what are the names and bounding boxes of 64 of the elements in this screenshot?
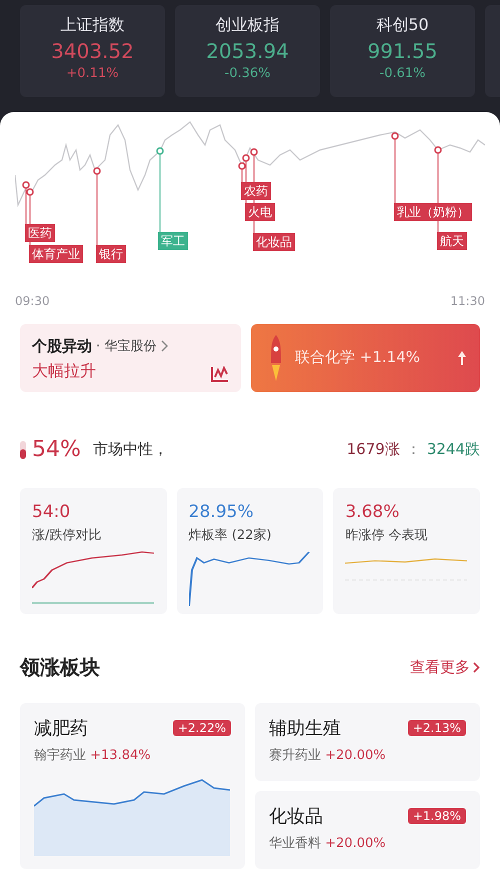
- chevron-right-icon: [473, 662, 480, 673]
- sector-change: +2.13%: [408, 720, 466, 736]
- stat-label: 昨涨停 今表现: [345, 527, 428, 544]
- chevron-right-icon: [160, 340, 168, 352]
- alert-stock: · 华宝股份: [96, 338, 156, 356]
- event-tag[interactable]: 农药: [241, 182, 271, 200]
- leader-stock: 翰宇药业 +13.84%: [34, 747, 152, 764]
- sector-card[interactable]: 减肥药 +2.22% 翰宇药业 +13.84%: [20, 703, 245, 869]
- rocket-alert-text: 联合化学 +1.14%: [295, 348, 421, 368]
- market-percent: 54%: [32, 437, 81, 462]
- index-value: 3403.52: [51, 39, 134, 63]
- rocket-icon: [269, 334, 283, 381]
- leader-stock: 华业香料 +20.00%: [269, 835, 387, 852]
- event-marker: [391, 132, 399, 203]
- stat-value: 54:0: [32, 502, 72, 522]
- stat-value: 28.95%: [188, 502, 254, 522]
- index-change: -0.36%: [224, 66, 270, 81]
- up-arrow-icon: [458, 350, 466, 365]
- end-time: 11:30: [450, 294, 485, 308]
- sector-change: +1.98%: [408, 808, 466, 824]
- start-time: 09:30: [15, 294, 50, 308]
- index-card[interactable]: 创业板指 2053.94 -0.36%: [175, 5, 320, 97]
- sector-card[interactable]: 辅助生殖 +2.13% 赛升药业 +20.00%: [255, 703, 480, 781]
- alert-title: 个股异动: [32, 336, 92, 356]
- index-name: 创业板指: [216, 15, 280, 36]
- count-separator: ：: [406, 440, 421, 460]
- section-title: 领涨板块: [20, 654, 100, 681]
- stat-label: 涨/跌停对比: [32, 527, 102, 544]
- leader-stock: 赛升药业 +20.00%: [269, 747, 387, 764]
- market-mood: 市场中性，: [92, 440, 169, 460]
- stat-card[interactable]: 54:0 涨/跌停对比: [20, 488, 167, 614]
- up-count: 1679涨: [346, 440, 400, 460]
- index-change: +0.11%: [66, 66, 119, 81]
- stat-label: 炸板率 (22家): [188, 527, 272, 544]
- event-tag[interactable]: 银行: [96, 245, 126, 263]
- stat-card[interactable]: 3.68% 昨涨停 今表现: [333, 488, 480, 614]
- sector-card[interactable]: 化妆品 +1.98% 华业香料 +20.00%: [255, 791, 480, 869]
- index-card[interactable]: 科创50 991.55 -0.61%: [330, 5, 475, 97]
- line-chart-icon: [211, 366, 229, 382]
- event-tag[interactable]: 军工: [158, 232, 188, 250]
- event-tag[interactable]: 火电: [245, 203, 275, 221]
- event-tag[interactable]: 航天: [437, 232, 467, 250]
- down-count: 3244跌: [426, 440, 480, 460]
- event-tag[interactable]: 医药: [25, 224, 55, 242]
- rocket-alert-card[interactable]: 联合化学 +1.14%: [251, 324, 480, 392]
- event-tag[interactable]: 化妆品: [253, 233, 295, 251]
- index-name: 上证指数: [60, 15, 124, 36]
- sector-change: +2.22%: [172, 720, 231, 736]
- stat-card[interactable]: 28.95% 炸板率 (22家): [176, 488, 324, 614]
- event-tag[interactable]: 体育产业: [29, 245, 83, 263]
- thermometer-icon: [20, 440, 26, 459]
- sector-name: 减肥药: [34, 717, 88, 740]
- stock-alert-card[interactable]: 个股异动 · 华宝股份 大幅拉升: [20, 324, 241, 392]
- see-more-link[interactable]: 查看更多: [410, 658, 480, 677]
- index-value: 2053.94: [206, 39, 289, 63]
- sector-name: 辅助生殖: [269, 717, 341, 740]
- alert-action: 大幅拉升: [32, 360, 97, 382]
- index-name: 科创50: [376, 15, 429, 36]
- sector-name: 化妆品: [269, 805, 323, 828]
- event-tag[interactable]: 乳业（奶粉）: [394, 203, 472, 221]
- index-value: 991.55: [368, 39, 438, 63]
- index-card[interactable]: 上证指数 3403.52 +0.11%: [20, 5, 165, 97]
- stat-value: 3.68%: [345, 502, 400, 522]
- index-change: -0.61%: [380, 66, 426, 81]
